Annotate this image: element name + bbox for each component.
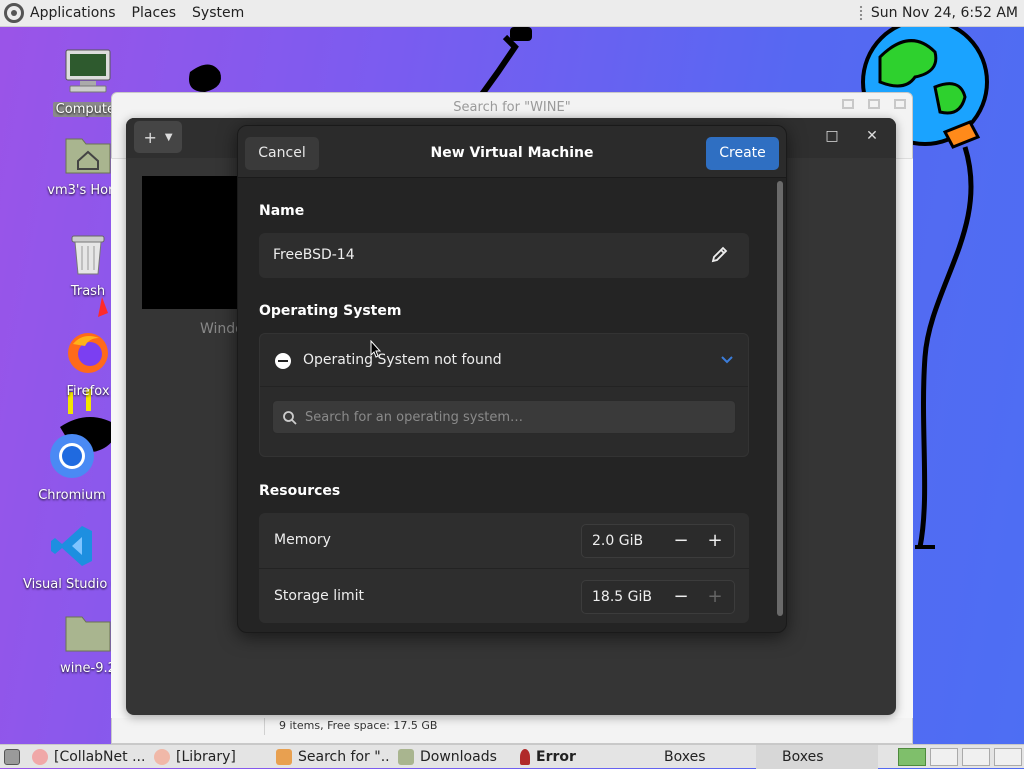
desktop-icon-label: Trash [70,284,106,299]
folder-icon [398,748,414,765]
taskbar: [CollabNet ... [Library] Search for "...… [0,744,1024,769]
taskbar-item[interactable]: Boxes [634,745,756,769]
edit-pencil-icon[interactable] [709,245,729,265]
resources-card: Memory 2.0 GiB − + Storage limit 18.5 Gi… [259,513,749,623]
chromium-icon [50,434,94,478]
desktop-icon-label: wine-9.2 [60,661,116,676]
taskbar-item-label: Search for "... [298,748,390,765]
add-icon: + [143,127,157,147]
os-card: Operating System not found [259,333,749,457]
trash-icon [71,235,105,275]
browser-icon [32,748,48,765]
storage-increase-button[interactable]: + [700,581,730,613]
not-found-icon [275,353,291,369]
storage-value[interactable]: 18.5 GiB [592,581,652,613]
storage-decrease-button[interactable]: − [666,581,696,613]
memory-value[interactable]: 2.0 GiB [592,525,643,557]
cancel-button[interactable]: Cancel [245,137,319,170]
storage-row: Storage limit 18.5 GiB − + [259,568,749,623]
workspace-1[interactable] [898,747,926,766]
desktop-icon-label: Chromium [38,488,106,503]
wine-icon [520,748,530,765]
memory-decrease-button[interactable]: − [666,525,696,557]
computer-icon [65,49,111,93]
show-desktop-button[interactable] [0,745,24,769]
status-bar: 9 items, Free space: 17.5 GB [264,717,912,735]
taskbar-item-label: [CollabNet ... [54,748,146,765]
os-section-title: Operating System [259,303,402,319]
taskbar-item[interactable]: Boxes [756,744,878,769]
workspace-3[interactable] [962,747,990,766]
close-icon[interactable]: ✕ [862,128,882,144]
dialog-title: New Virtual Machine [430,145,594,161]
name-field[interactable]: FreeBSD-14 [259,233,749,278]
search-icon [283,411,297,425]
taskbar-item-label: [Library] [176,748,236,765]
new-vm-dialog: New Virtual Machine Cancel Create Name F… [237,125,787,633]
taskbar-item[interactable]: [Library] [146,745,268,769]
system-menu[interactable]: System [184,0,252,27]
browser-icon [154,748,170,765]
workspace-2[interactable] [930,747,958,766]
workspace-4[interactable] [994,747,1022,766]
panel-grip-icon [858,5,863,21]
os-search-input[interactable] [303,401,723,433]
distro-logo-icon [4,3,24,23]
taskbar-item-label: Boxes [664,748,706,765]
folder-search-icon [276,748,292,765]
maximize-icon[interactable]: □ [822,128,842,144]
memory-increase-button[interactable]: + [700,525,730,557]
taskbar-item-label: Error [536,748,576,765]
mouse-cursor-icon [370,340,382,358]
resources-section-title: Resources [259,483,341,499]
home-folder-icon [65,138,111,174]
chevron-down-icon: ▼ [164,131,173,143]
desktop-icon-vscode[interactable]: Visual Studio Code [23,523,145,592]
os-status: Operating System not found [303,352,502,368]
minimize-icon[interactable] [842,99,854,109]
memory-row: Memory 2.0 GiB − + [259,513,749,568]
applications-menu[interactable]: Applications [0,0,124,27]
name-section-title: Name [259,203,305,219]
dialog-scrollbar[interactable] [777,181,783,616]
taskbar-item-label: Boxes [782,748,824,765]
storage-spinbutton[interactable]: 18.5 GiB − + [581,580,735,614]
clock[interactable]: Sun Nov 24, 6:52 AM [871,5,1018,21]
firefox-icon [68,333,108,373]
workspace-switcher [896,747,1024,766]
name-value: FreeBSD-14 [273,247,355,263]
places-menu[interactable]: Places [124,0,185,27]
vm-thumbnail[interactable] [142,176,242,309]
show-desktop-icon [4,748,20,765]
taskbar-item[interactable]: Downloads [390,745,512,769]
desktop-icon-chromium[interactable]: Chromium [22,432,122,503]
add-vm-button[interactable]: + ▼ [134,121,182,153]
close-icon[interactable] [894,99,906,109]
memory-label: Memory [274,532,331,548]
top-panel: Applications Places System Sun Nov 24, 6… [0,0,1024,27]
applications-menu-label: Applications [30,4,116,21]
create-button[interactable]: Create [706,137,779,170]
memory-spinbutton[interactable]: 2.0 GiB − + [581,524,735,558]
chevron-down-icon[interactable] [720,352,734,366]
taskbar-item[interactable]: Error [512,745,634,769]
folder-icon [65,616,111,652]
vscode-icon [51,526,92,566]
desktop-icon-label: Firefox [66,384,110,399]
os-search-field[interactable] [272,400,736,434]
taskbar-item-label: Downloads [420,748,497,765]
maximize-icon[interactable] [868,99,880,109]
os-selector-row[interactable]: Operating System not found [260,334,748,387]
storage-label: Storage limit [274,588,365,604]
dialog-header: New Virtual Machine Cancel Create [238,126,786,178]
taskbar-item[interactable]: [CollabNet ... [24,745,146,769]
taskbar-item[interactable]: Search for "... [268,745,390,769]
